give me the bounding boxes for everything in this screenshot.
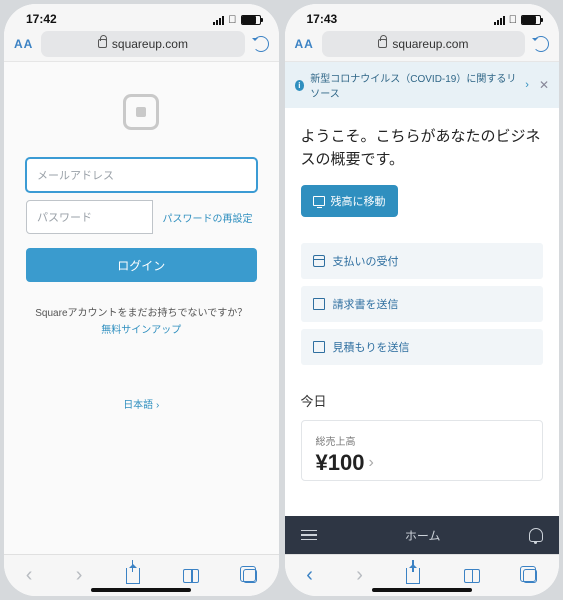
signup-prompt: Squareアカウントをまだお持ちでないですか？: [26, 304, 257, 319]
bookmarks-icon[interactable]: [464, 569, 480, 583]
signup-link[interactable]: 無料サインアップ: [26, 321, 257, 336]
url-field[interactable]: squareup.com: [322, 31, 525, 57]
refresh-icon[interactable]: [533, 36, 549, 52]
text-size-button[interactable]: AA: [14, 37, 33, 51]
forward-button[interactable]: ›: [356, 564, 363, 587]
menu-icon[interactable]: [301, 530, 317, 541]
login-button[interactable]: ログイン: [26, 248, 257, 282]
wifi-icon: 􀙇: [228, 14, 236, 26]
cellular-icon: [213, 16, 224, 25]
info-icon: i: [295, 80, 305, 91]
bookmarks-icon[interactable]: [183, 569, 199, 583]
email-placeholder: メールアドレス: [37, 167, 114, 183]
bell-icon[interactable]: [529, 528, 543, 542]
action-send-invoice[interactable]: 請求書を送信: [301, 286, 544, 322]
forward-button[interactable]: ›: [76, 564, 83, 587]
welcome-heading: ようこそ。こちらがあなたのビジネスの概要です。: [301, 126, 544, 171]
nav-home-label[interactable]: ホーム: [405, 527, 441, 544]
gross-sales-label: 総売上高: [316, 433, 529, 448]
tabs-icon[interactable]: [523, 569, 537, 583]
safari-address-bar: AA squareup.com: [285, 26, 560, 62]
today-heading: 今日: [301, 391, 544, 410]
home-indicator[interactable]: [372, 588, 472, 592]
share-icon[interactable]: [126, 568, 140, 584]
back-button[interactable]: ‹: [306, 564, 313, 587]
phone-dashboard: 17:43 􀙇 AA squareup.com i 新型コロナウイルス（COVI…: [285, 4, 560, 596]
action-accept-payment[interactable]: 支払いの受付: [301, 243, 544, 279]
lock-icon: [378, 39, 387, 48]
chevron-right-icon: ›: [525, 79, 529, 91]
gross-sales-amount: ¥100: [316, 450, 365, 476]
banner-text: 新型コロナウイルス（COVID-19）に関するリソース: [310, 70, 519, 100]
url-field[interactable]: squareup.com: [41, 31, 244, 57]
status-time: 17:42: [26, 12, 57, 26]
chevron-right-icon: ›: [368, 454, 373, 472]
monitor-icon: [313, 196, 325, 206]
battery-icon: [521, 15, 541, 25]
estimate-icon: [313, 341, 325, 353]
url-domain: squareup.com: [112, 37, 188, 51]
language-selector[interactable]: 日本語 ›: [26, 396, 257, 411]
back-button[interactable]: ‹: [26, 564, 33, 587]
text-size-button[interactable]: AA: [295, 37, 314, 51]
email-field[interactable]: メールアドレス: [26, 158, 257, 192]
battery-icon: [241, 15, 261, 25]
action-label: 支払いの受付: [333, 253, 399, 269]
page-content: メールアドレス パスワード パスワードの再設定 ログイン Squareアカウント…: [4, 62, 279, 554]
move-to-balance-button[interactable]: 残高に移動: [301, 185, 398, 217]
home-indicator[interactable]: [91, 588, 191, 592]
action-label: 見積もりを送信: [333, 339, 410, 355]
covid-banner[interactable]: i 新型コロナウイルス（COVID-19）に関するリソース › ✕: [285, 62, 560, 108]
safari-address-bar: AA squareup.com: [4, 26, 279, 62]
share-icon[interactable]: [406, 568, 420, 584]
reset-password-link[interactable]: パスワードの再設定: [153, 200, 257, 234]
status-indicators: 􀙇: [494, 14, 541, 26]
move-balance-label: 残高に移動: [331, 193, 386, 209]
password-placeholder: パスワード: [37, 209, 92, 225]
lock-icon: [98, 39, 107, 48]
status-bar: 17:43 􀙇: [285, 4, 560, 26]
refresh-icon[interactable]: [253, 36, 269, 52]
cellular-icon: [494, 16, 505, 25]
wifi-icon: 􀙇: [509, 14, 517, 26]
status-indicators: 􀙇: [213, 14, 260, 26]
app-bottom-nav: ホーム: [285, 516, 560, 554]
quick-actions: 支払いの受付 請求書を送信 見積もりを送信: [301, 243, 544, 365]
gross-sales-card[interactable]: 総売上高 ¥100 ›: [301, 420, 544, 481]
url-domain: squareup.com: [392, 37, 468, 51]
tabs-icon[interactable]: [243, 569, 257, 583]
phone-login: 17:42 􀙇 AA squareup.com メールアドレス パスワード パス…: [4, 4, 279, 596]
card-icon: [313, 255, 325, 267]
action-label: 請求書を送信: [333, 296, 399, 312]
invoice-icon: [313, 298, 325, 310]
square-logo: [123, 94, 159, 130]
password-field[interactable]: パスワード: [26, 200, 153, 234]
close-banner-icon[interactable]: ✕: [539, 78, 549, 92]
action-send-estimate[interactable]: 見積もりを送信: [301, 329, 544, 365]
status-time: 17:43: [307, 12, 338, 26]
page-content: i 新型コロナウイルス（COVID-19）に関するリソース › ✕ ようこそ。こ…: [285, 62, 560, 554]
status-bar: 17:42 􀙇: [4, 4, 279, 26]
